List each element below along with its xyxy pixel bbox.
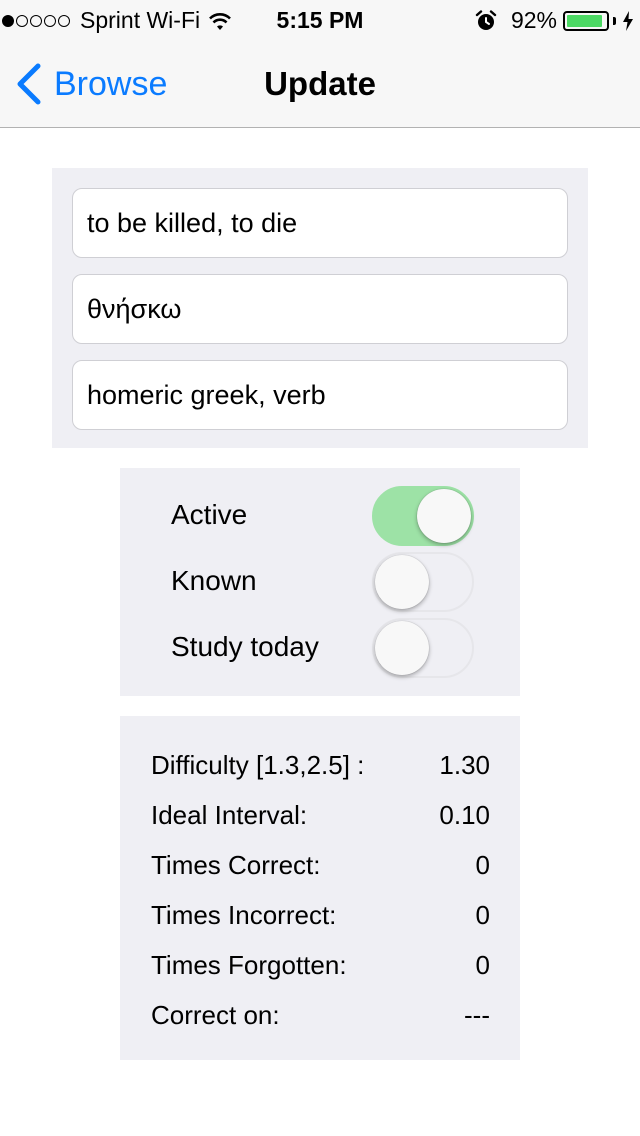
active-switch[interactable]: [372, 486, 474, 546]
ideal-interval-value: 0.10: [439, 800, 490, 830]
status-left: Sprint Wi-Fi: [2, 7, 232, 34]
switch-knob: [417, 489, 471, 543]
term-field[interactable]: θνήσκω: [72, 274, 568, 344]
switch-knob: [375, 555, 429, 609]
battery-percent: 92%: [510, 7, 557, 33]
signal-dot: [44, 14, 56, 27]
stat-row-ideal-interval: Ideal Interval: 0.10: [151, 794, 490, 834]
ideal-interval-label: Ideal Interval:: [151, 800, 308, 830]
known-switch[interactable]: [372, 552, 474, 612]
signal-dot: [16, 14, 28, 27]
known-label: Known: [171, 565, 257, 596]
navigation-bar: Browse Update: [0, 40, 640, 128]
times-correct-value: 0: [475, 850, 490, 880]
toggle-row-study-today: Study today: [120, 617, 520, 679]
toggle-row-known: Known: [120, 551, 520, 613]
carrier-name: Sprint Wi-Fi: [80, 7, 201, 33]
back-button-label: Browse: [54, 64, 168, 103]
toggle-row-active: Active: [120, 485, 520, 547]
times-forgotten-value: 0: [475, 950, 490, 980]
times-forgotten-label: Times Forgotten:: [151, 950, 347, 980]
times-incorrect-value: 0: [475, 900, 490, 930]
difficulty-label: Difficulty [1.3,2.5] :: [151, 750, 365, 780]
stat-row-times-forgotten: Times Forgotten: 0: [151, 944, 490, 984]
active-label: Active: [171, 499, 248, 530]
stat-row-difficulty: Difficulty [1.3,2.5] : 1.30: [151, 744, 490, 784]
charging-bolt-icon: [623, 10, 633, 31]
battery-cap: [613, 16, 616, 25]
times-incorrect-label: Times Incorrect:: [151, 900, 337, 930]
signal-strength-icon: [2, 14, 72, 27]
status-right: 92%: [475, 7, 634, 34]
difficulty-value: 1.30: [439, 750, 490, 780]
chevron-left-icon: [17, 63, 41, 105]
switch-knob: [375, 621, 429, 675]
tags-field[interactable]: homeric greek, verb: [72, 360, 568, 430]
stat-row-correct-on: Correct on: ---: [151, 994, 490, 1034]
signal-dot: [2, 14, 14, 27]
status-bar: Sprint Wi-Fi 5:15 PM 92%: [0, 0, 640, 40]
card-fields-panel: to be killed, to die θνήσκω homeric gree…: [52, 168, 588, 448]
signal-dot: [58, 14, 70, 27]
wifi-icon: [209, 13, 232, 30]
study-today-switch[interactable]: [372, 618, 474, 678]
battery-level-fill: [567, 14, 602, 27]
toggles-panel: Active Known Study today: [120, 468, 520, 696]
correct-on-value: ---: [464, 1000, 490, 1030]
stat-row-times-incorrect: Times Incorrect: 0: [151, 894, 490, 934]
signal-dot: [30, 14, 42, 27]
stat-row-times-correct: Times Correct: 0: [151, 844, 490, 884]
definition-field[interactable]: to be killed, to die: [72, 188, 568, 258]
study-today-label: Study today: [171, 631, 319, 662]
alarm-icon: [475, 9, 497, 30]
back-button[interactable]: Browse: [14, 62, 167, 106]
battery-icon: [563, 10, 609, 31]
stats-panel: Difficulty [1.3,2.5] : 1.30 Ideal Interv…: [120, 716, 520, 1060]
correct-on-label: Correct on:: [151, 1000, 280, 1030]
times-correct-label: Times Correct:: [151, 850, 321, 880]
